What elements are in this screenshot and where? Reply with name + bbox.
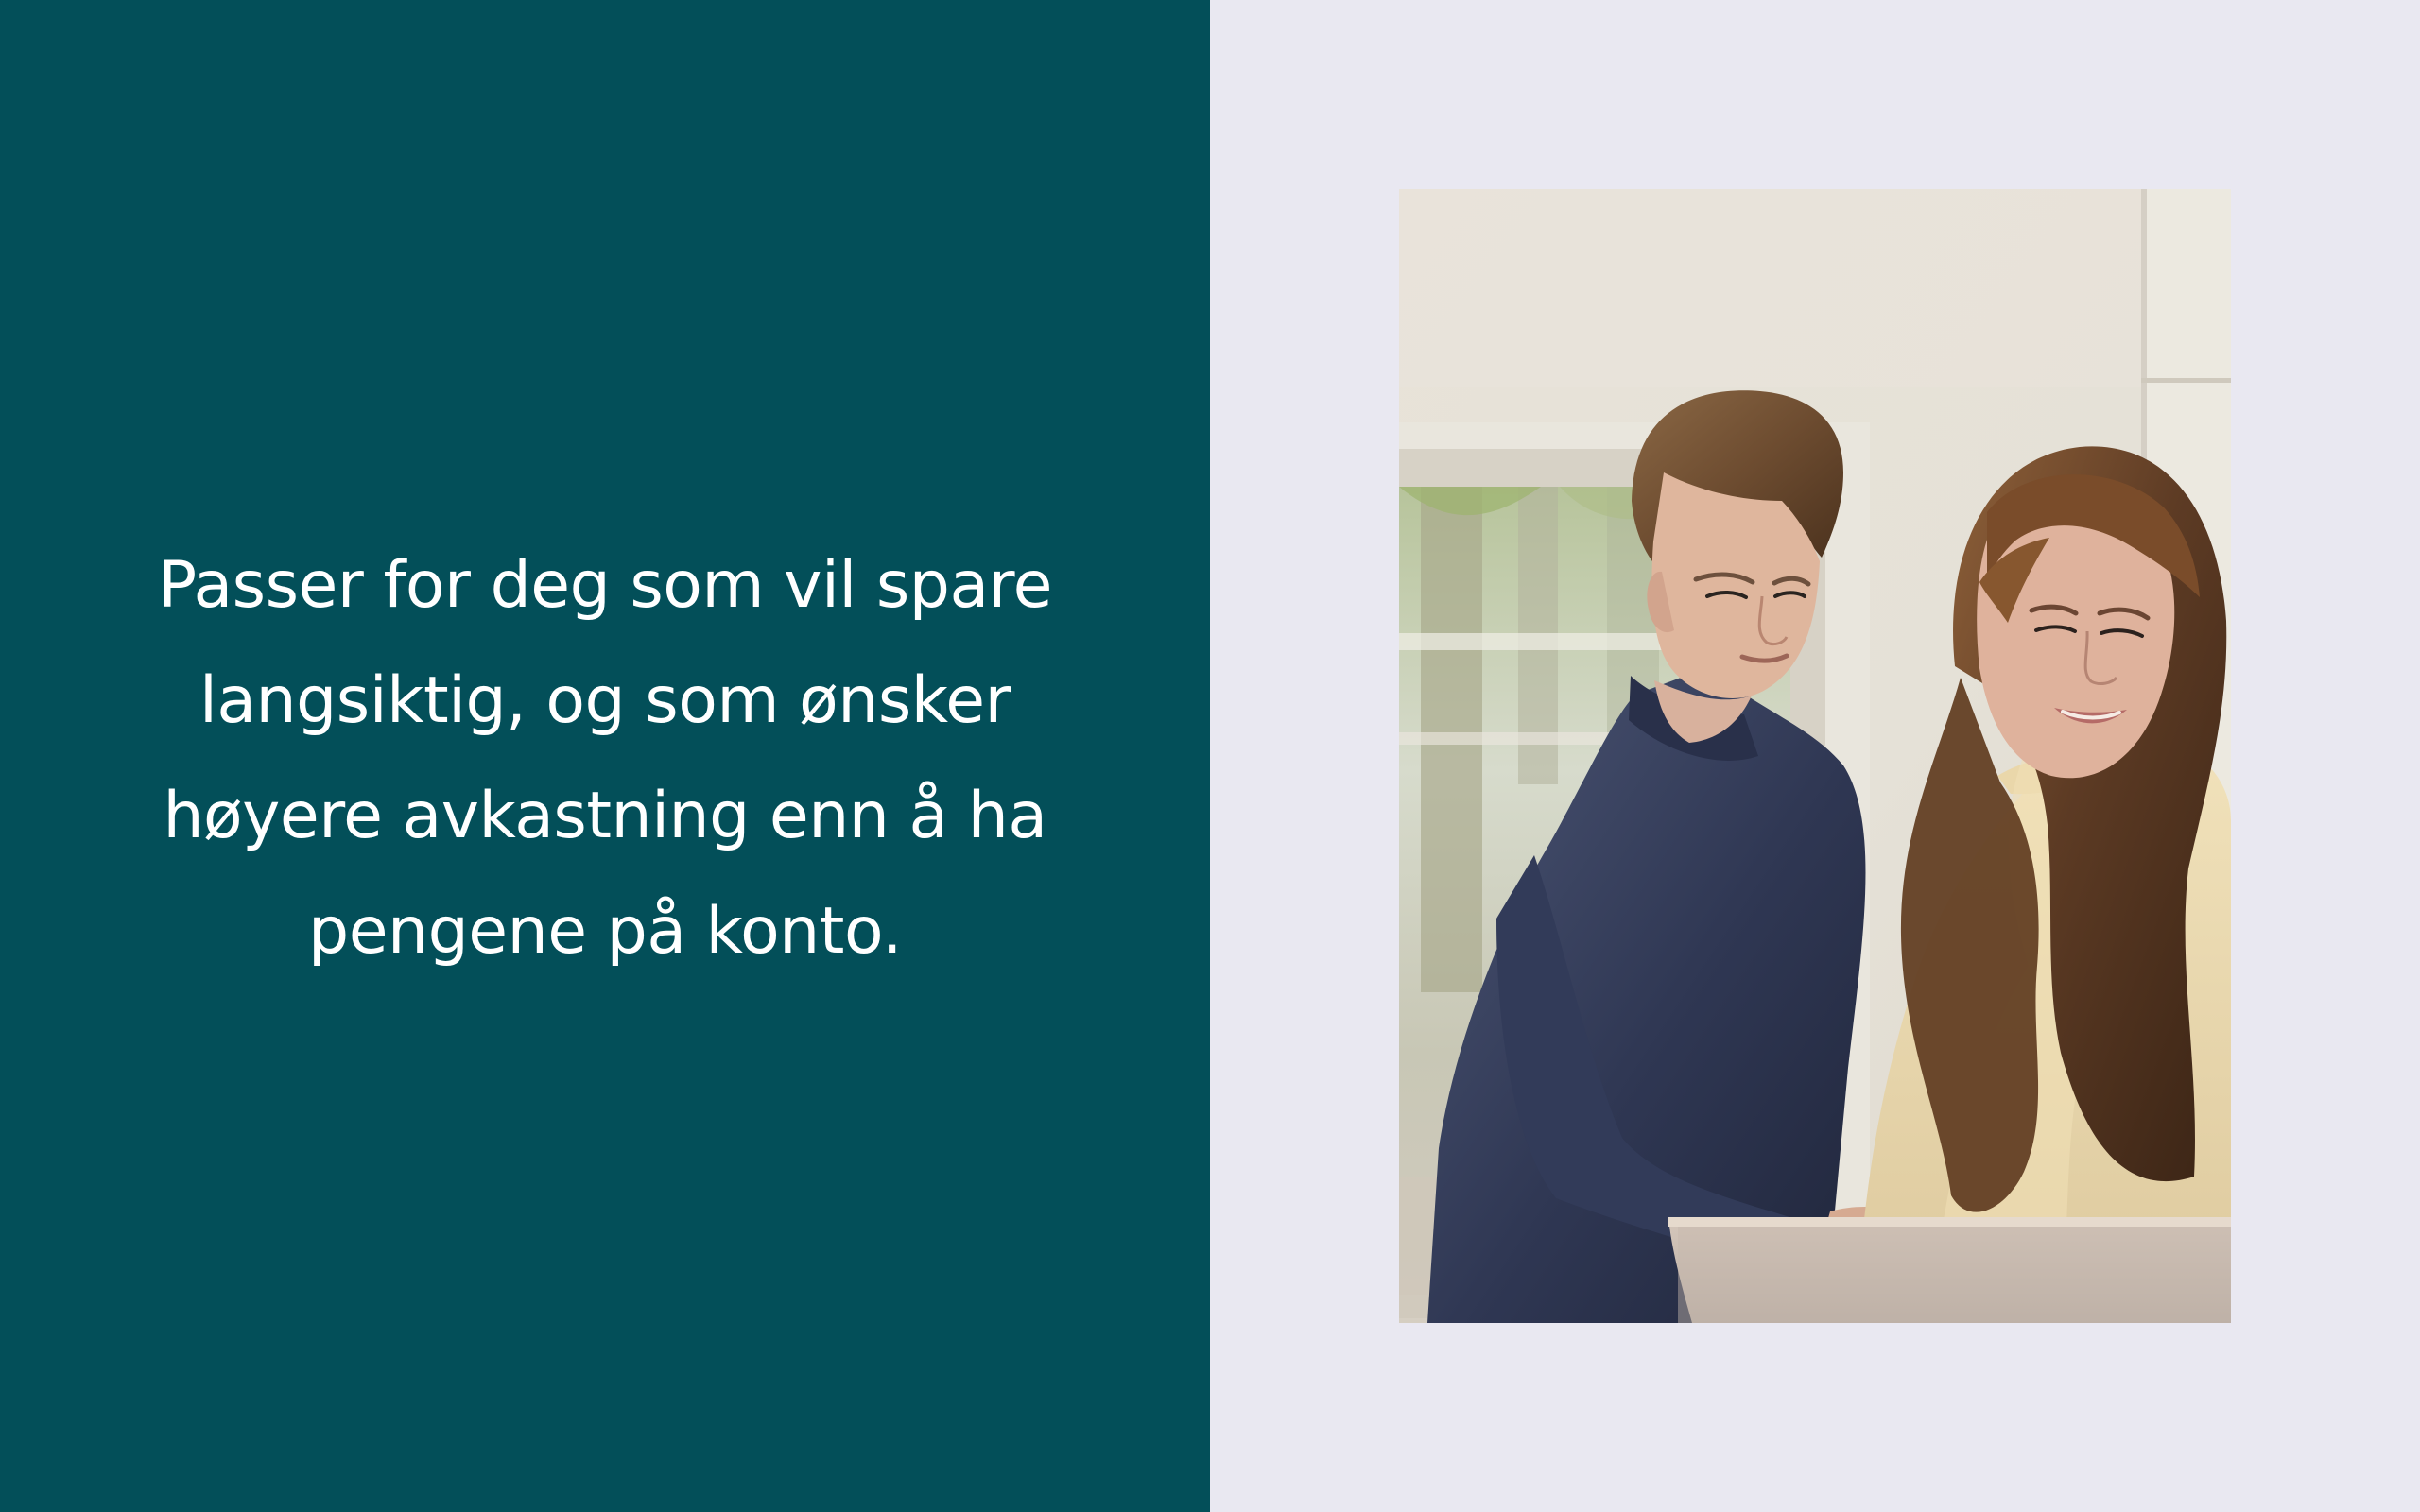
slide: Passer for deg som vil spare langsiktig,… (0, 0, 2420, 1512)
text-panel: Passer for deg som vil spare langsiktig,… (0, 0, 1210, 1512)
headline-text: Passer for deg som vil spare langsiktig,… (158, 547, 1052, 969)
couple-laptop-photo (1399, 189, 2231, 1323)
